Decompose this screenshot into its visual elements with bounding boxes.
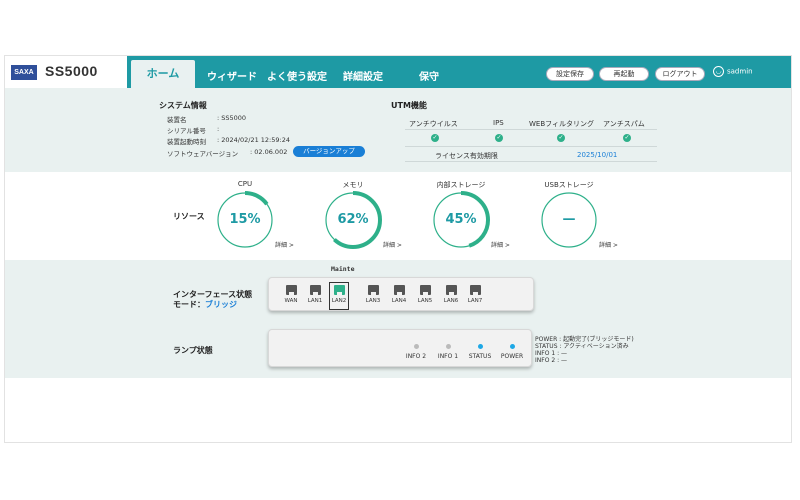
lamp-status: STATUS xyxy=(463,344,497,360)
mode-label: モード： xyxy=(173,300,205,309)
utm-divider-3 xyxy=(405,161,657,162)
status-line-power: POWER : 起動完了(ブリッジモード) xyxy=(535,336,634,343)
empty-band xyxy=(5,378,791,442)
utm-divider-2 xyxy=(405,146,657,147)
logo-area: SAXA SS5000 xyxy=(5,56,127,88)
cpu-gauge: 15% xyxy=(215,190,275,250)
ethernet-port-icon xyxy=(445,285,457,295)
tab-wizard[interactable]: ウィザード xyxy=(207,68,257,83)
software-version-value: : 02.06.002 xyxy=(250,148,288,156)
internal-storage-gauge: 45% xyxy=(431,190,491,250)
mainte-label: Mainte xyxy=(331,265,355,273)
memory-value: 62% xyxy=(337,212,369,227)
ethernet-port-active-icon xyxy=(333,285,345,295)
ethernet-port-icon xyxy=(309,285,321,295)
usb-storage-value: — xyxy=(562,212,576,227)
utm-col-webfilter: WEBフィルタリング xyxy=(529,120,595,128)
user-name: sadmin xyxy=(727,67,753,76)
user-icon: ◡ xyxy=(713,66,724,77)
ethernet-port-icon xyxy=(285,285,297,295)
boot-time-key: 装置起動時刻 xyxy=(167,138,206,146)
lamp-panel: INFO 2 INFO 1 STATUS POWER xyxy=(268,329,532,367)
webfilter-check-icon: ✓ xyxy=(557,134,565,142)
utm-col-antispam: アンチスパム xyxy=(603,120,645,128)
serial-key: シリアル番号 xyxy=(167,127,206,135)
lamp-info1: INFO 1 xyxy=(431,344,465,360)
device-name-value: : SS5000 xyxy=(217,114,247,122)
utm-title: UTM機能 xyxy=(391,101,427,110)
serial-value: : xyxy=(217,125,220,133)
lamp-title: ランプ状態 xyxy=(173,346,213,355)
cpu-label: CPU xyxy=(237,180,253,188)
device-name-key: 装置名 xyxy=(167,116,187,124)
license-date: 2025/10/01 xyxy=(577,151,618,159)
status-line-info1: INFO 1 : — xyxy=(535,350,567,357)
lamp-info2-indicator xyxy=(413,344,419,349)
usb-storage-label: USBストレージ xyxy=(544,181,594,189)
app-window: SAXA SS5000 ホーム ウィザード よく使う設定 詳細設定 保守 設定保… xyxy=(4,55,792,443)
software-version-key: ソフトウェアバージョン xyxy=(167,150,239,158)
reboot-button[interactable]: 再起動 xyxy=(599,67,649,81)
antivirus-check-icon: ✓ xyxy=(431,134,439,142)
header-bar: SAXA SS5000 ホーム ウィザード よく使う設定 詳細設定 保守 設定保… xyxy=(5,56,791,88)
save-settings-button[interactable]: 設定保存 xyxy=(546,67,594,81)
ethernet-port-icon xyxy=(419,285,431,295)
cpu-value: 15% xyxy=(229,212,261,227)
memory-gauge: 62% xyxy=(323,190,383,250)
utm-divider xyxy=(405,129,657,130)
tab-advanced-settings[interactable]: 詳細設定 xyxy=(343,68,383,83)
port-lan5[interactable]: LAN5 xyxy=(415,285,435,304)
usb-storage-detail-link[interactable]: 詳細 > xyxy=(599,240,618,249)
mode-value: ブリッジ xyxy=(205,300,237,309)
antispam-check-icon: ✓ xyxy=(623,134,631,142)
lamp-info1-indicator xyxy=(445,344,451,349)
tab-maintenance[interactable]: 保守 xyxy=(419,68,439,83)
usb-storage-gauge: — xyxy=(539,190,599,250)
memory-label: メモリ xyxy=(342,181,364,189)
lamp-status-indicator xyxy=(477,344,483,349)
resource-title: リソース xyxy=(173,212,205,221)
utm-col-ips: IPS xyxy=(493,119,504,127)
internal-storage-detail-link[interactable]: 詳細 > xyxy=(491,240,510,249)
lamp-power: POWER xyxy=(495,344,529,360)
lamp-power-indicator xyxy=(509,344,515,349)
port-lan7[interactable]: LAN7 xyxy=(465,285,485,304)
logout-button[interactable]: ログアウト xyxy=(655,67,705,81)
port-lan6[interactable]: LAN6 xyxy=(441,285,461,304)
status-line-info2: INFO 2 : — xyxy=(535,357,567,364)
ips-check-icon: ✓ xyxy=(495,134,503,142)
system-info-title: システム情報 xyxy=(159,101,207,110)
tab-frequent-settings[interactable]: よく使う設定 xyxy=(267,68,327,83)
port-lan1[interactable]: LAN1 xyxy=(305,285,325,304)
port-panel: WAN LAN1 LAN2 LAN3 LAN4 LAN5 LAN6 LAN7 xyxy=(268,277,534,311)
port-lan4[interactable]: LAN4 xyxy=(389,285,409,304)
license-label: ライセンス有効期限 xyxy=(435,152,498,160)
ethernet-port-icon xyxy=(393,285,405,295)
user-menu[interactable]: ◡ sadmin xyxy=(713,66,753,77)
ethernet-port-icon xyxy=(367,285,379,295)
internal-storage-value: 45% xyxy=(445,212,477,227)
internal-storage-label: 内部ストレージ xyxy=(436,181,486,189)
cpu-detail-link[interactable]: 詳細 > xyxy=(275,240,294,249)
port-lan3[interactable]: LAN3 xyxy=(363,285,383,304)
port-lan2[interactable]: LAN2 xyxy=(329,282,349,310)
mode-row: モード：ブリッジ xyxy=(173,299,237,310)
saxa-logo: SAXA xyxy=(11,65,37,80)
utm-col-antivirus: アンチウイルス xyxy=(409,120,458,128)
ethernet-port-icon xyxy=(469,285,481,295)
tab-home[interactable]: ホーム xyxy=(131,60,195,88)
lamp-info2: INFO 2 xyxy=(399,344,433,360)
product-name: SS5000 xyxy=(45,63,98,79)
port-wan[interactable]: WAN xyxy=(281,285,301,304)
status-line-status: STATUS : アクティベーション済み xyxy=(535,343,629,350)
version-up-button[interactable]: バージョンアップ xyxy=(293,146,365,157)
memory-detail-link[interactable]: 詳細 > xyxy=(383,240,402,249)
boot-time-value: : 2024/02/21 12:59:24 xyxy=(217,136,290,144)
